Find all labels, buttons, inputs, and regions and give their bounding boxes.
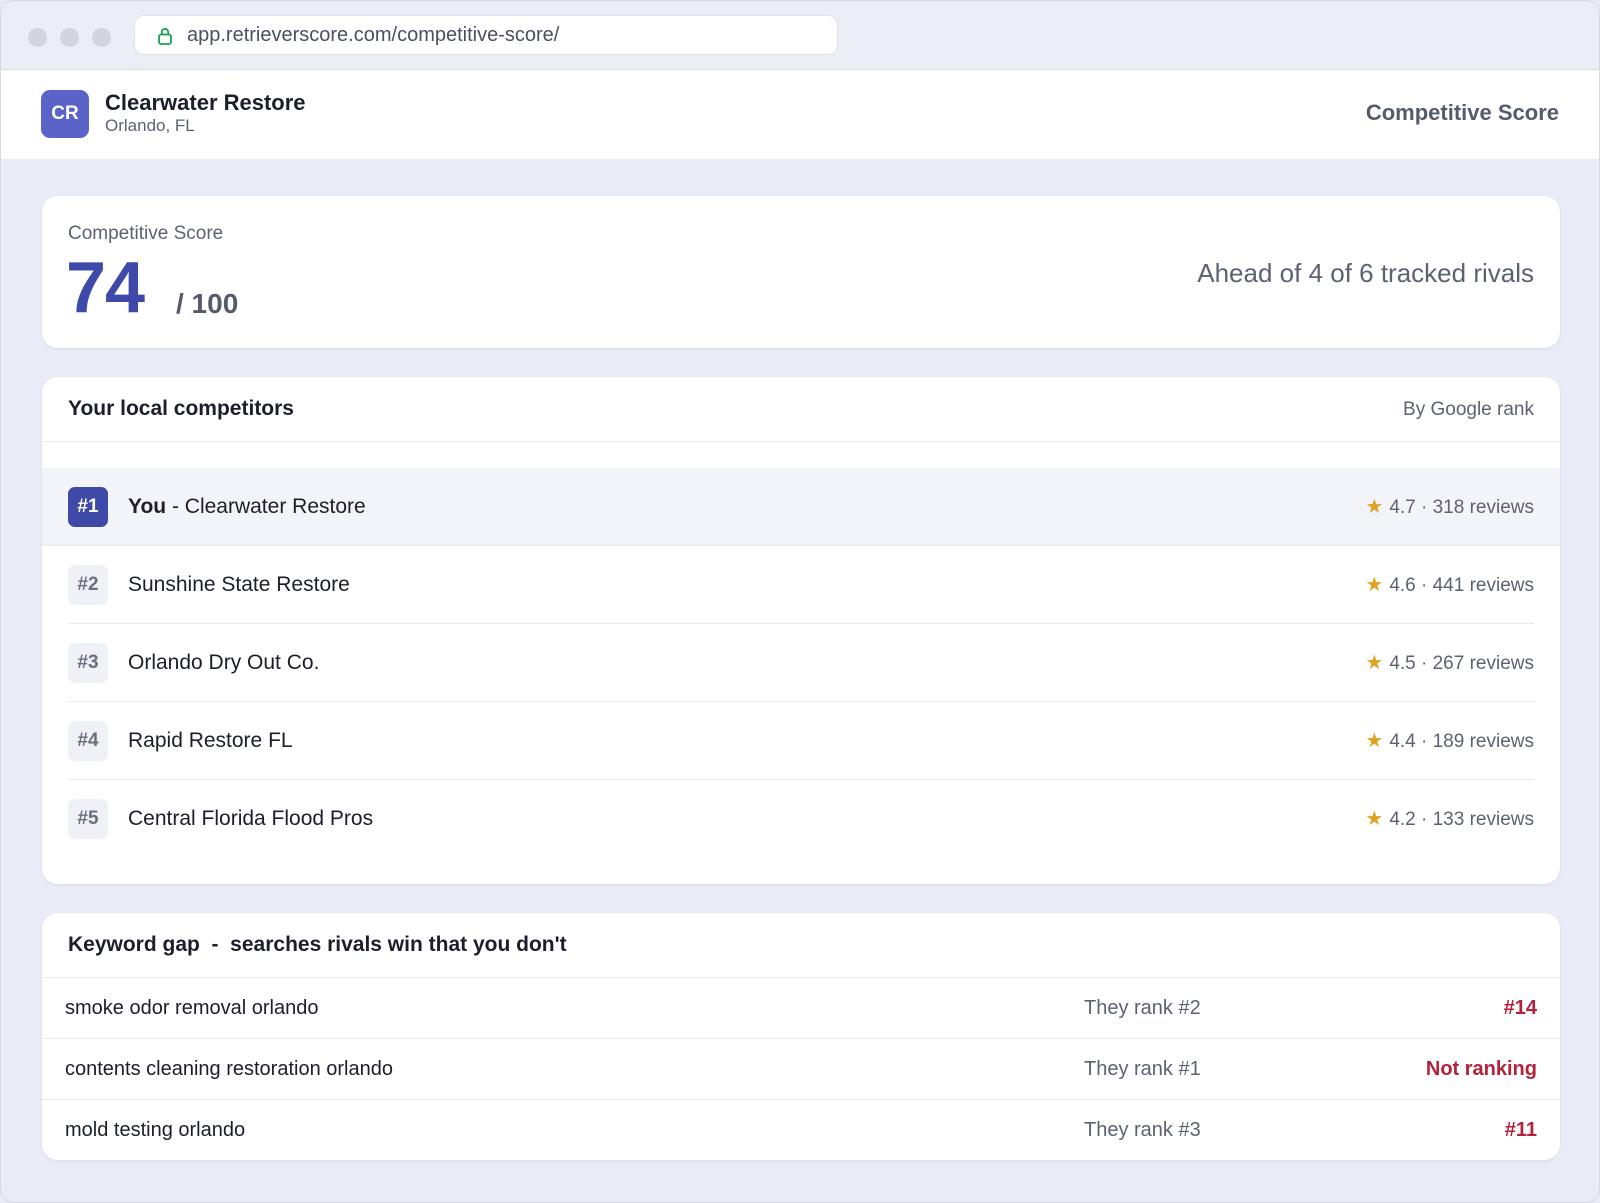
competitor-list: #1 You - Clearwater Restore ★ 4.7 · 318 r… <box>42 468 1560 858</box>
competitor-name-text: Clearwater Restore <box>184 495 366 518</box>
rank-badge: #5 <box>68 799 108 839</box>
competitor-name: Rapid Restore FL <box>128 729 293 752</box>
competitor-rating: ★ 4.4 · 189 reviews <box>1365 702 1534 781</box>
star-icon: ★ <box>1365 496 1384 518</box>
competitor-row[interactable]: #3 Orlando Dry Out Co. ★ 4.5 · 267 review… <box>42 624 1560 702</box>
score-label: Competitive Score <box>68 223 224 244</box>
rating-text: 4.6 · 441 reviews <box>1389 575 1534 596</box>
competitor-rating: ★ 4.2 · 133 reviews <box>1365 780 1534 859</box>
star-icon: ★ <box>1365 808 1384 830</box>
competitor-name: Orlando Dry Out Co. <box>128 651 320 674</box>
competitor-row[interactable]: #4 Rapid Restore FL ★ 4.4 · 189 reviews <box>42 702 1560 780</box>
rival-rank: They rank #3 <box>1084 1119 1201 1141</box>
score-value: 74 <box>66 248 145 328</box>
competitor-name: You - Clearwater Restore <box>128 468 366 546</box>
competitor-name: Central Florida Flood Pros <box>128 807 374 830</box>
competitors-sort-label: By Google rank <box>1403 399 1534 420</box>
keyword-term: mold testing orlando <box>65 1119 246 1141</box>
rank-badge: #3 <box>68 643 108 683</box>
url-text: app.retrieverscore.com/competitive-score… <box>187 24 560 46</box>
window-maximize-dot[interactable] <box>92 28 111 47</box>
keyword-term: contents cleaning restoration orlando <box>65 1058 393 1080</box>
rank-badge: #1 <box>68 487 108 527</box>
score-max: / 100 <box>176 288 239 319</box>
competitor-name: Sunshine State Restore <box>128 573 350 596</box>
score-card: Competitive Score 74 / 100 Ahead of 4 of… <box>42 196 1560 348</box>
your-rank: Not ranking <box>1425 1058 1537 1080</box>
star-icon: ★ <box>1365 652 1384 674</box>
rating-text: 4.4 · 189 reviews <box>1389 731 1534 752</box>
keyword-row[interactable]: contents cleaning restoration orlando Th… <box>42 1038 1560 1099</box>
competitor-row[interactable]: #2 Sunshine State Restore ★ 4.6 · 441 rev… <box>42 546 1560 624</box>
business-location: Orlando, FL <box>105 116 195 135</box>
browser-chrome: app.retrieverscore.com/competitive-score… <box>1 1 1599 70</box>
keyword-gap-card: Keyword gap - searches rivals win that y… <box>42 913 1560 1160</box>
rating-text: 4.2 · 133 reviews <box>1389 809 1534 830</box>
keyword-row[interactable]: mold testing orlando They rank #3 #11 <box>42 1099 1560 1160</box>
your-rank: #11 <box>1504 1119 1537 1141</box>
star-icon: ★ <box>1365 730 1384 752</box>
rank-badge: #4 <box>68 721 108 761</box>
score-summary: Ahead of 4 of 6 tracked rivals <box>1197 258 1534 288</box>
star-icon: ★ <box>1365 574 1384 596</box>
rank-badge: #2 <box>68 565 108 605</box>
you-tag: You <box>128 495 167 518</box>
name-separator: - <box>166 495 185 518</box>
competitors-title: Your local competitors <box>68 397 294 420</box>
keyword-gap-list: smoke odor removal orlando They rank #2 … <box>42 977 1560 1160</box>
app-header: CR Clearwater Restore Orlando, FL Compet… <box>1 70 1599 159</box>
keyword-term: smoke odor removal orlando <box>65 997 319 1019</box>
lock-icon <box>158 27 172 45</box>
competitor-row[interactable]: #5 Central Florida Flood Pros ★ 4.2 · 133… <box>42 780 1560 858</box>
your-rank: #14 <box>1503 997 1537 1019</box>
page-label: Competitive Score <box>1365 100 1559 125</box>
competitors-card: Your local competitors By Google rank #1… <box>42 377 1560 884</box>
address-bar[interactable]: app.retrieverscore.com/competitive-score… <box>134 15 838 55</box>
window-close-dot[interactable] <box>28 28 47 47</box>
competitor-rating: ★ 4.5 · 267 reviews <box>1365 624 1534 703</box>
rival-rank: They rank #2 <box>1084 997 1201 1019</box>
window-minimize-dot[interactable] <box>60 28 79 47</box>
divider <box>42 441 1560 442</box>
competitor-rating: ★ 4.7 · 318 reviews <box>1365 468 1534 547</box>
business-name: Clearwater Restore <box>105 90 306 115</box>
rating-text: 4.5 · 267 reviews <box>1389 653 1534 674</box>
keyword-row[interactable]: smoke odor removal orlando They rank #2 … <box>42 977 1560 1038</box>
competitor-rating: ★ 4.6 · 441 reviews <box>1365 546 1534 625</box>
rating-text: 4.7 · 318 reviews <box>1389 497 1534 518</box>
browser-window: app.retrieverscore.com/competitive-score… <box>0 0 1600 1203</box>
keyword-gap-title: Keyword gap - searches rivals win that y… <box>68 933 567 956</box>
business-logo: CR <box>41 90 89 138</box>
competitor-row-self[interactable]: #1 You - Clearwater Restore ★ 4.7 · 318 r… <box>42 468 1560 546</box>
rival-rank: They rank #1 <box>1084 1058 1201 1080</box>
